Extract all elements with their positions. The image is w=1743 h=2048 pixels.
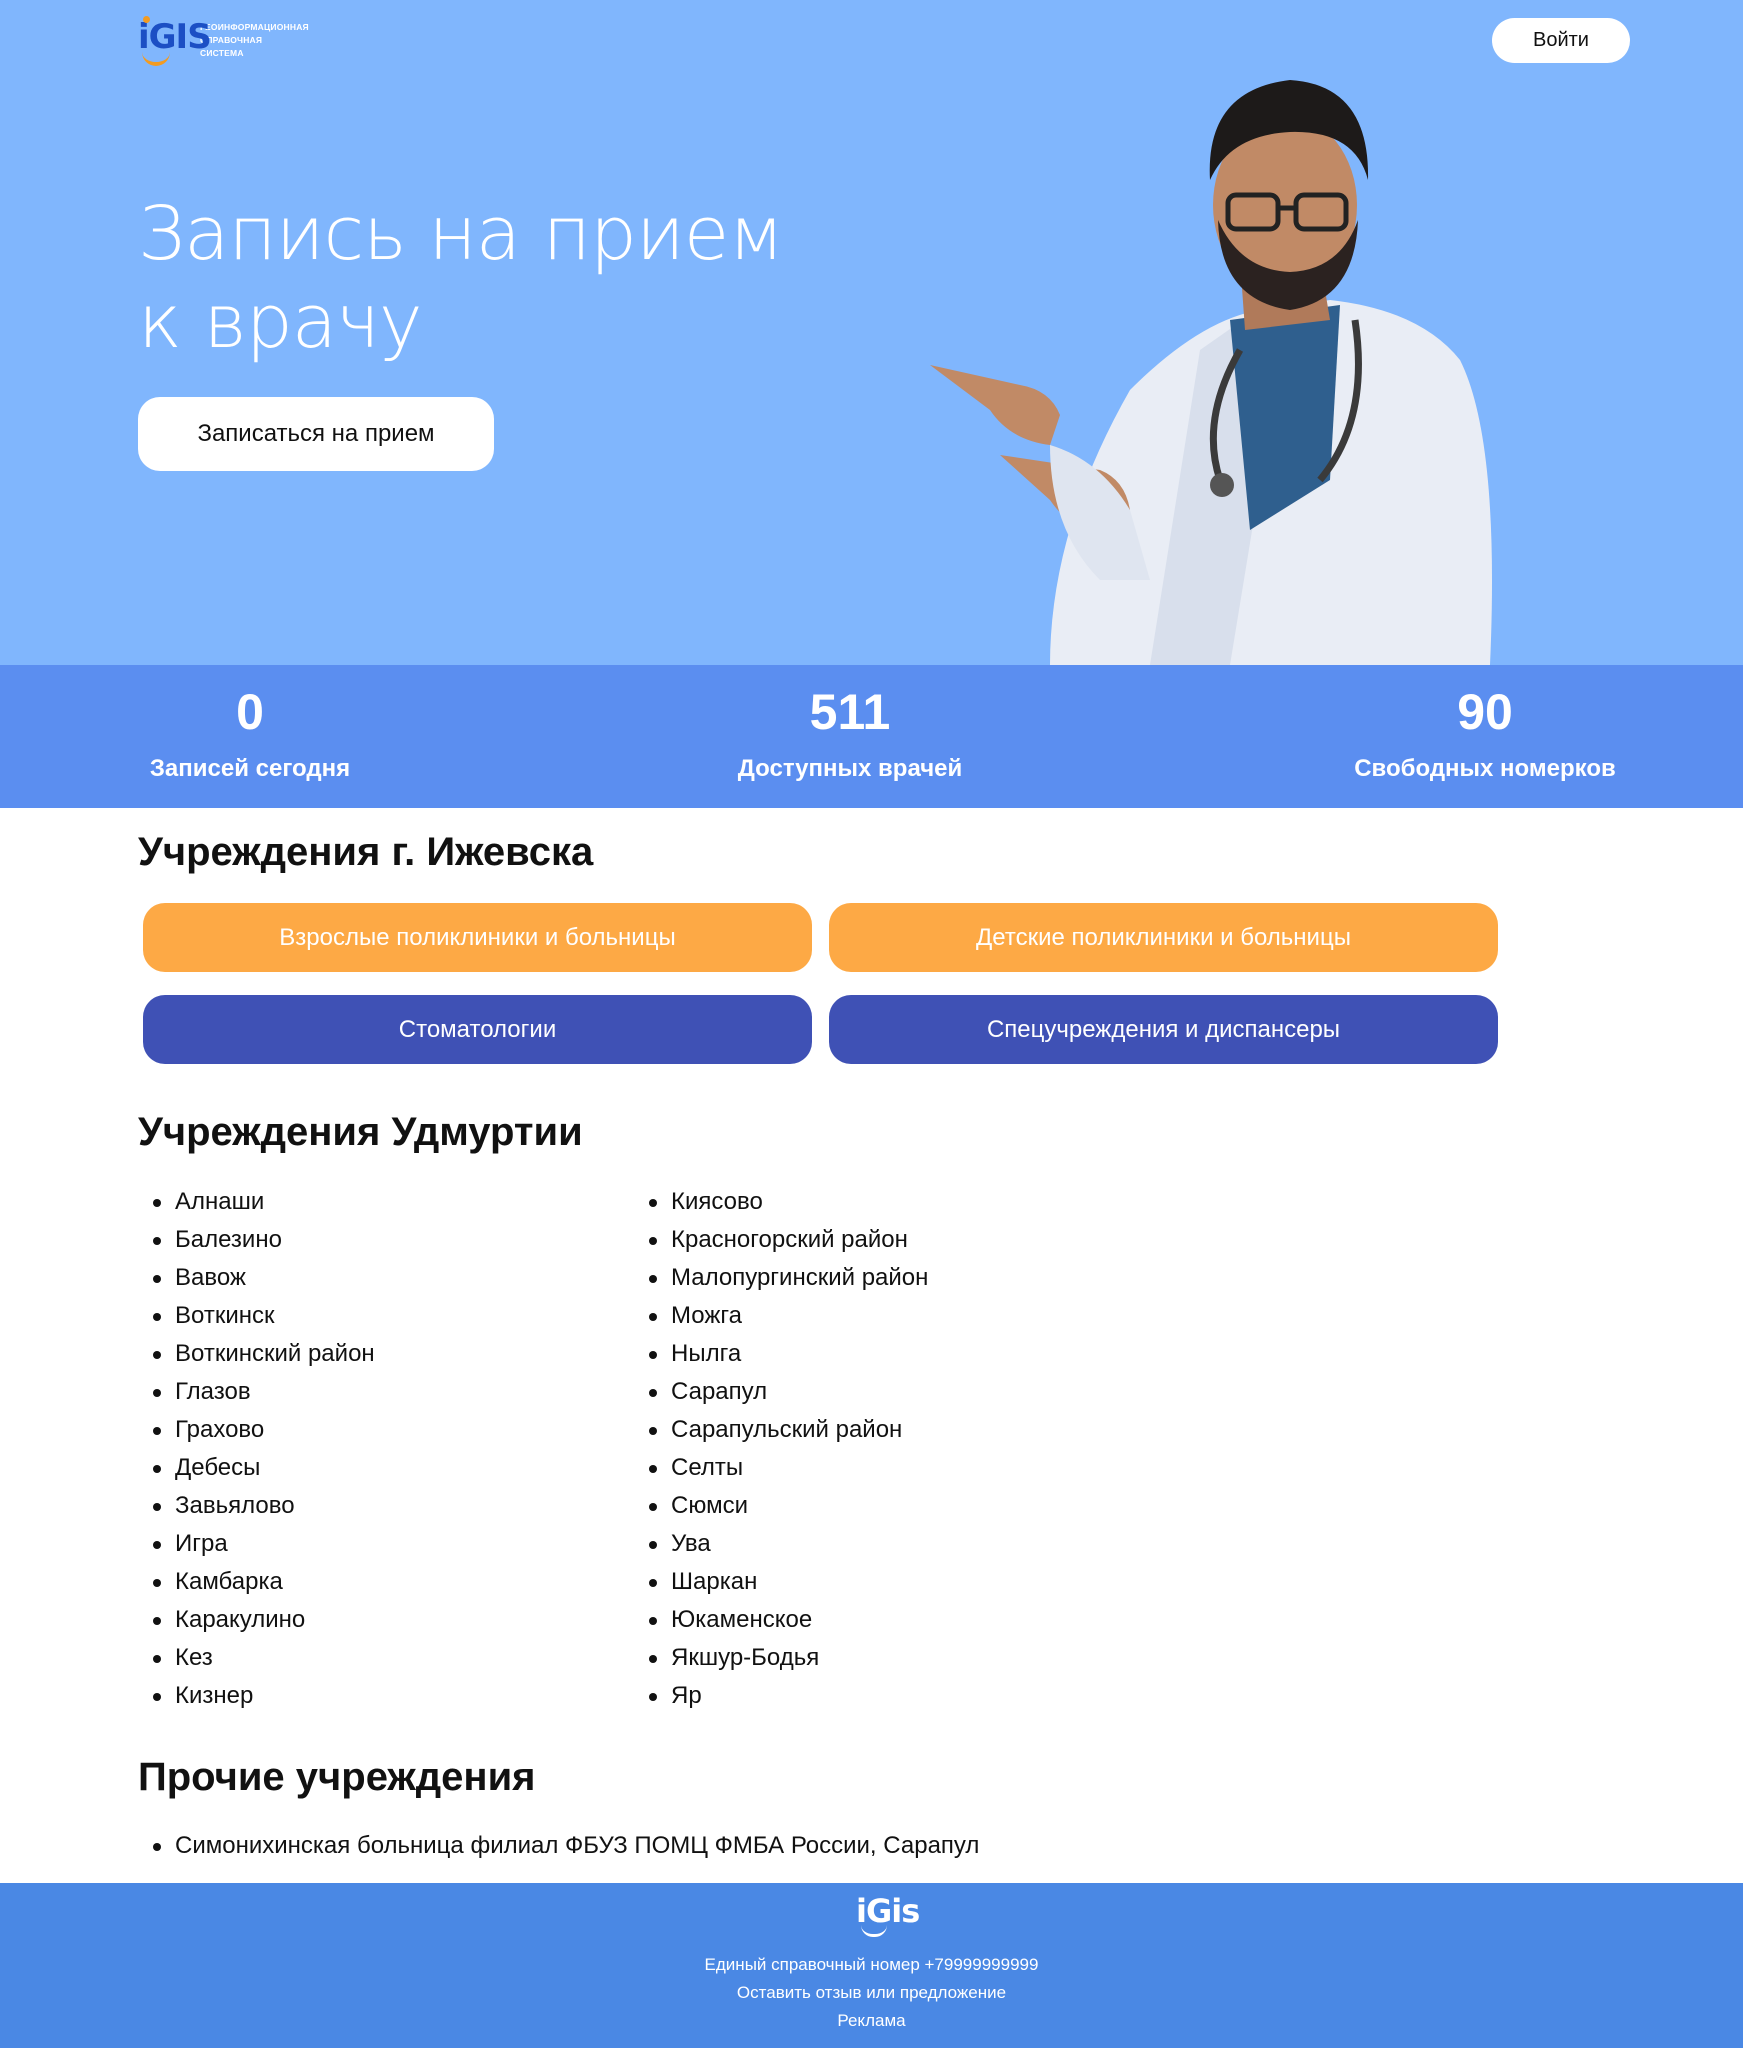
stat-value: 0 (236, 684, 264, 740)
udmurtia-list-column-2: Киясово Красногорский район Малопургинский… (634, 1183, 928, 1715)
list-item[interactable]: Сарапульский район (634, 1411, 928, 1449)
doctor-photo (930, 80, 1492, 665)
footer-feedback-link[interactable]: Оставить отзыв или предложение (0, 1979, 1743, 2007)
izhevsk-section-title: Учреждения г. Ижевска (138, 830, 594, 874)
list-item[interactable]: Симонихинская больница филиал ФБУЗ ПОМЦ … (138, 1827, 979, 1865)
stat-label: Доступных врачей (737, 755, 963, 782)
category-children-clinics-button[interactable]: Детские поликлиники и больницы (829, 903, 1498, 972)
stat-free-slots: 90 Свободных номерков (1345, 665, 1625, 783)
logo-caption-line: Геоинформационная (200, 21, 309, 32)
logo-dot (143, 16, 150, 23)
footer: iGis Единый справочный номер +7999999999… (0, 1883, 1743, 2048)
footer-logo-icon[interactable]: iGis (856, 1889, 920, 1937)
category-special-institutions-button[interactable]: Спецучреждения и диспансеры (829, 995, 1498, 1064)
site-logo[interactable]: iGIS Геоинформационная справочная систем… (138, 14, 309, 66)
list-item[interactable]: Шаркан (634, 1563, 928, 1601)
list-item[interactable]: Можга (634, 1297, 928, 1335)
stat-value: 90 (1457, 684, 1513, 740)
list-item[interactable]: Грахово (138, 1411, 375, 1449)
list-item[interactable]: Камбарка (138, 1563, 375, 1601)
list-item[interactable]: Красногорский район (634, 1221, 928, 1259)
udmurtia-list-column-1: Алнаши Балезино Вавож Воткинск Воткинский ра… (138, 1183, 375, 1715)
list-item[interactable]: Кизнер (138, 1677, 375, 1715)
stat-bookings-today: 0 Записей сегодня (140, 665, 360, 783)
stat-label: Записей сегодня (149, 755, 351, 782)
list-item[interactable]: Дебесы (138, 1449, 375, 1487)
footer-ads-link[interactable]: Реклама (0, 2007, 1743, 2035)
list-item[interactable]: Вавож (138, 1259, 375, 1297)
list-item[interactable]: Нылга (634, 1335, 928, 1373)
category-dentistry-button[interactable]: Стоматологии (143, 995, 812, 1064)
logo-caption: Геоинформационная справочная система (200, 21, 309, 60)
igis-logo-icon: iGIS (138, 14, 212, 66)
list-item[interactable]: Завьялово (138, 1487, 375, 1525)
list-item[interactable]: Балезино (138, 1221, 375, 1259)
footer-phone: Единый справочный номер +79999999999 (704, 1955, 1039, 1974)
hero-title-line: к врачу (138, 279, 423, 365)
list-item[interactable]: Глазов (138, 1373, 375, 1411)
logo-caption-line: система (200, 47, 244, 58)
other-section-title: Прочие учреждения (138, 1755, 536, 1799)
hero-section: iGIS Геоинформационная справочная систем… (0, 0, 1743, 665)
logo-caption-line: справочная (200, 34, 263, 45)
book-appointment-button[interactable]: Записаться на прием (138, 397, 494, 471)
list-item[interactable]: Киясово (634, 1183, 928, 1221)
list-item[interactable]: Игра (138, 1525, 375, 1563)
login-button[interactable]: Войти (1492, 18, 1630, 63)
udmurtia-section-title: Учреждения Удмуртии (138, 1110, 583, 1154)
stat-available-doctors: 511 Доступных врачей (720, 665, 980, 783)
hero-title: Запись на прием к врачу (138, 190, 784, 366)
other-institutions-list: Симонихинская больница филиал ФБУЗ ПОМЦ … (138, 1827, 979, 1865)
list-item[interactable]: Алнаши (138, 1183, 375, 1221)
list-item[interactable]: Сарапул (634, 1373, 928, 1411)
list-item[interactable]: Воткинск (138, 1297, 375, 1335)
category-adult-clinics-button[interactable]: Взрослые поликлиники и больницы (143, 903, 812, 972)
list-item[interactable]: Кез (138, 1639, 375, 1677)
list-item[interactable]: Яр (634, 1677, 928, 1715)
footer-logo-smile (861, 1925, 887, 1937)
list-item[interactable]: Ува (634, 1525, 928, 1563)
list-item[interactable]: Якшур-Бодья (634, 1639, 928, 1677)
footer-links: Единый справочный номер +79999999999 Ост… (0, 1951, 1743, 2035)
hero-title-line: Запись на прием (138, 191, 784, 277)
list-item[interactable]: Воткинский район (138, 1335, 375, 1373)
stat-label: Свободных номерков (1354, 755, 1616, 782)
stat-value: 511 (809, 684, 891, 740)
list-item[interactable]: Селты (634, 1449, 928, 1487)
list-item[interactable]: Каракулино (138, 1601, 375, 1639)
list-item[interactable]: Сюмси (634, 1487, 928, 1525)
list-item[interactable]: Малопургинский район (634, 1259, 928, 1297)
list-item[interactable]: Юкаменское (634, 1601, 928, 1639)
logo-smile (142, 52, 170, 66)
stats-bar: 0 Записей сегодня 511 Доступных врачей 9… (0, 665, 1743, 808)
